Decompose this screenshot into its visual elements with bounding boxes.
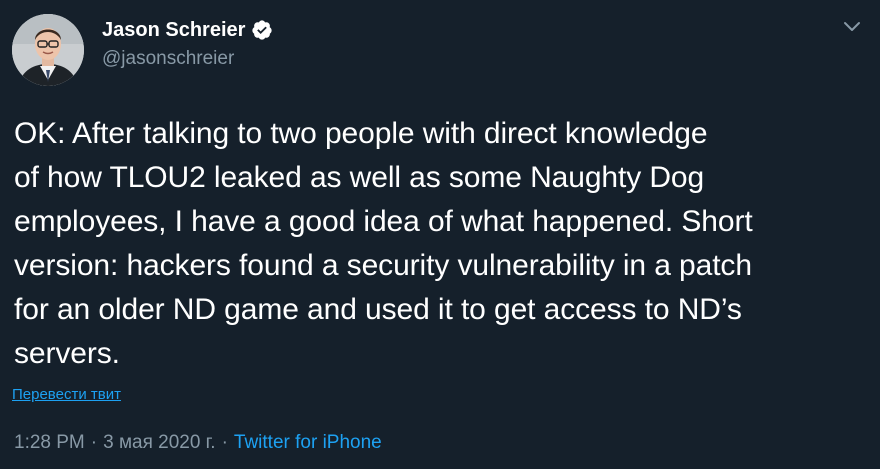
translate-tweet-link[interactable]: Перевести твит — [12, 384, 121, 406]
profile-photo-icon — [12, 14, 84, 86]
tweet-date[interactable]: 3 мая 2020 г. — [103, 430, 215, 456]
author-name[interactable]: Jason Schreier — [102, 16, 245, 44]
chevron-down-icon[interactable] — [840, 14, 864, 38]
meta-separator: · — [90, 432, 98, 453]
tweet-source-link[interactable]: Twitter for iPhone — [234, 430, 382, 456]
verified-badge-icon — [251, 19, 273, 41]
tweet-text: OK: After talking to two people with dir… — [14, 117, 753, 370]
tweet-time[interactable]: 1:28 PM — [14, 430, 85, 456]
meta-separator: · — [221, 432, 228, 453]
tweet-card: Jason Schreier @jasonschreier OK: After … — [0, 0, 880, 469]
author-handle[interactable]: @jasonschreier — [102, 46, 234, 72]
tweet-meta: 1:28 PM · 3 мая 2020 г. · Twitter for iP… — [14, 430, 382, 456]
avatar[interactable] — [12, 14, 84, 86]
author-name-row[interactable]: Jason Schreier — [102, 16, 273, 44]
